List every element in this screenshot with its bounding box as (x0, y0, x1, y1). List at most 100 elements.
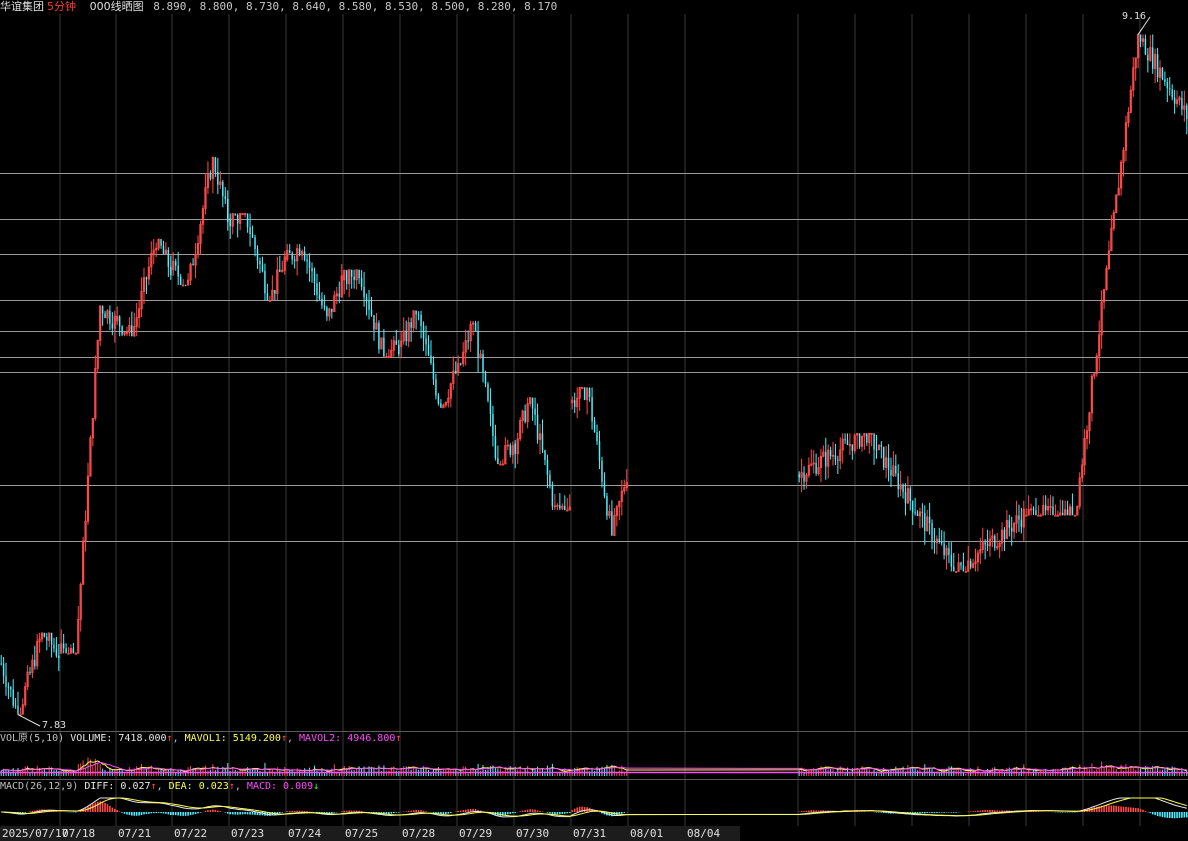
candle-body (410, 322, 412, 328)
candle-body (798, 474, 800, 478)
candle-body (549, 474, 551, 487)
candle-body (880, 444, 883, 447)
candle-body (1032, 508, 1035, 511)
candle-body (422, 325, 425, 339)
candle-body (65, 648, 67, 654)
kline-chart[interactable] (0, 0, 1188, 841)
candle-body (192, 264, 194, 266)
candle-body (1061, 512, 1064, 516)
macd-panel-header: MACD(26,12,9) DIFF: 0.027↑, DEA: 0.023↑,… (0, 781, 320, 792)
candle-body (1161, 68, 1164, 80)
candle-body (432, 363, 435, 380)
candle-body (928, 516, 931, 524)
candle-body (104, 313, 106, 319)
candle-body (902, 484, 904, 493)
candle-body (962, 565, 965, 572)
candle-body (288, 250, 291, 254)
candle-body (177, 265, 179, 277)
candle-body (541, 433, 544, 451)
candle-body (217, 172, 219, 185)
candle-body (455, 371, 457, 373)
candle-body (591, 396, 593, 422)
candle-body (437, 395, 440, 404)
candle-body (904, 492, 907, 504)
candle-body (803, 472, 805, 482)
candle-body (370, 309, 373, 316)
candle-body (74, 652, 77, 655)
candle-body (363, 286, 365, 298)
candle-body (596, 432, 598, 442)
candlestick-chart[interactable] (0, 0, 1188, 826)
macd-panel-title[interactable]: MACD(26,12,9) (0, 781, 78, 792)
candle-body (279, 269, 281, 272)
candle-body (924, 512, 926, 532)
candle-body (46, 636, 48, 641)
candle-body (29, 671, 31, 673)
candle-body (365, 297, 368, 301)
candle-body (1018, 515, 1020, 520)
candle-body (331, 308, 333, 312)
candle-body (234, 213, 236, 215)
candle-body (291, 253, 293, 260)
candle-body (274, 290, 276, 294)
volume-panel-title[interactable]: VOL原(5,10) (0, 733, 64, 744)
candle-body (261, 264, 264, 272)
dea-arrow: ↑ (228, 781, 235, 792)
candle-body (514, 443, 516, 454)
candle-body (1037, 514, 1040, 517)
candle-body (167, 250, 170, 267)
candle-body (950, 554, 953, 567)
candle-body (895, 465, 897, 474)
candle-body (474, 322, 477, 331)
candle-body (350, 269, 353, 277)
candle-body (598, 441, 601, 461)
candle-body (111, 323, 114, 329)
candle-body (162, 245, 165, 254)
date-label: 2025/07/17 (2, 827, 69, 840)
candle-body (101, 305, 104, 314)
candle-body (360, 278, 363, 287)
candle-body (308, 261, 311, 268)
dea-value: DEA: 0.023 (168, 781, 229, 792)
candle-body (306, 259, 308, 262)
candle-body (415, 310, 417, 315)
candle-body (246, 213, 249, 228)
candle-body (815, 462, 817, 474)
candle-body (67, 652, 70, 655)
candle-body (986, 544, 989, 546)
candle-body (1056, 514, 1059, 517)
candle-body (611, 511, 613, 536)
candle-body (583, 387, 586, 400)
candle-body (378, 323, 380, 350)
diff-line (1, 797, 1187, 818)
candle-body (311, 267, 313, 272)
candle-body (858, 433, 861, 447)
date-label: 07/23 (231, 827, 265, 840)
candle-body (1144, 38, 1147, 55)
candle-body (866, 433, 868, 443)
candle-body (358, 269, 360, 279)
candle-body (395, 340, 398, 345)
date-label: 07/24 (288, 827, 322, 840)
candle-body (1052, 506, 1054, 516)
candle-body (0, 663, 2, 665)
candle-body (501, 463, 504, 466)
candle-body (1173, 97, 1176, 104)
candle-body (254, 237, 256, 249)
candle-body (1164, 79, 1166, 83)
candle-body (940, 542, 943, 544)
macd-arrow: ↓ (313, 781, 320, 792)
candle-body (875, 449, 878, 451)
candle-body (209, 173, 212, 179)
candle-body (914, 512, 916, 514)
candle-body (420, 315, 422, 326)
candle-body (109, 310, 111, 324)
period-label[interactable]: 5分钟 (47, 0, 76, 13)
candle-body (345, 270, 348, 284)
date-label: 07/31 (573, 827, 607, 840)
stock-name[interactable]: 华谊集团 (0, 0, 44, 13)
candle-body (1152, 47, 1154, 69)
candle-body (969, 560, 972, 568)
indicator-name[interactable]: 000线晒图 (90, 0, 144, 13)
candle-body (482, 353, 484, 373)
